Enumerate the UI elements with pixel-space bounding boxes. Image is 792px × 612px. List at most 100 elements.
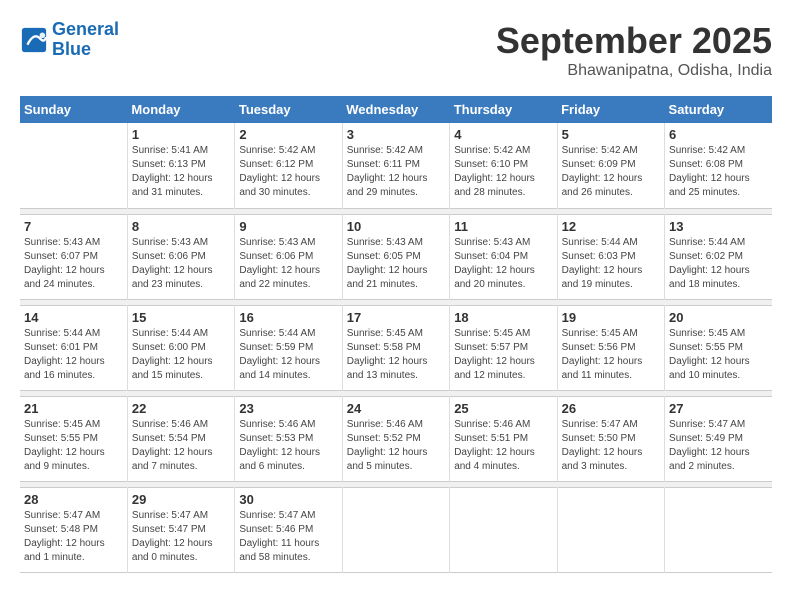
calendar-cell-10: 10 Sunrise: 5:43 AM Sunset: 6:05 PM Dayli… xyxy=(342,214,449,299)
day-info: Sunrise: 5:46 AM Sunset: 5:53 PM Dayligh… xyxy=(239,418,337,474)
day-number: 15 xyxy=(132,310,230,325)
week-row-5: 28 Sunrise: 5:47 AM Sunset: 5:48 PM Dayli… xyxy=(20,487,772,572)
day-number: 5 xyxy=(562,127,660,142)
weekday-header-friday: Friday xyxy=(557,96,664,123)
calendar-cell-17: 17 Sunrise: 5:45 AM Sunset: 5:58 PM Dayli… xyxy=(342,305,449,390)
calendar-cell-13: 13Sunrise: 5:44 AM Sunset: 6:02 PM Dayli… xyxy=(665,214,772,299)
day-info: Sunrise: 5:45 AM Sunset: 5:58 PM Dayligh… xyxy=(347,327,445,383)
calendar-cell-33 xyxy=(557,487,664,572)
calendar-cell-12: 12 Sunrise: 5:44 AM Sunset: 6:03 PM Dayli… xyxy=(557,214,664,299)
day-info: Sunrise: 5:44 AM Sunset: 6:02 PM Dayligh… xyxy=(669,236,768,292)
calendar-cell-7: 7 Sunrise: 5:43 AM Sunset: 6:07 PM Daylig… xyxy=(20,214,127,299)
calendar-cell-34 xyxy=(665,487,772,572)
day-number: 23 xyxy=(239,401,337,416)
day-info: Sunrise: 5:47 AM Sunset: 5:50 PM Dayligh… xyxy=(562,418,660,474)
calendar-cell-31 xyxy=(342,487,449,572)
day-info: Sunrise: 5:44 AM Sunset: 6:00 PM Dayligh… xyxy=(132,327,230,383)
calendar-cell-11: 11Sunrise: 5:43 AM Sunset: 6:04 PM Dayli… xyxy=(450,214,557,299)
weekday-header-saturday: Saturday xyxy=(665,96,772,123)
calendar-cell-22: 22 Sunrise: 5:46 AM Sunset: 5:54 PM Dayli… xyxy=(127,396,234,481)
calendar-cell-15: 15 Sunrise: 5:44 AM Sunset: 6:00 PM Dayli… xyxy=(127,305,234,390)
calendar-table: SundayMondayTuesdayWednesdayThursdayFrid… xyxy=(20,96,772,573)
day-number: 25 xyxy=(454,401,552,416)
calendar-cell-27: 27Sunrise: 5:47 AM Sunset: 5:49 PM Dayli… xyxy=(665,396,772,481)
logo-icon xyxy=(20,26,48,54)
calendar-cell-21: 21 Sunrise: 5:45 AM Sunset: 5:55 PM Dayli… xyxy=(20,396,127,481)
week-row-2: 7 Sunrise: 5:43 AM Sunset: 6:07 PM Daylig… xyxy=(20,214,772,299)
logo-text: General Blue xyxy=(52,20,119,60)
week-row-3: 14 Sunrise: 5:44 AM Sunset: 6:01 PM Dayli… xyxy=(20,305,772,390)
day-number: 9 xyxy=(239,219,337,234)
calendar-cell-26: 26 Sunrise: 5:47 AM Sunset: 5:50 PM Dayli… xyxy=(557,396,664,481)
calendar-cell-8: 8Sunrise: 5:43 AM Sunset: 6:06 PM Daylig… xyxy=(127,214,234,299)
day-number: 26 xyxy=(562,401,660,416)
location: Bhawanipatna, Odisha, India xyxy=(496,62,772,80)
calendar-cell-25: 25 Sunrise: 5:46 AM Sunset: 5:51 PM Dayli… xyxy=(450,396,557,481)
day-number: 2 xyxy=(239,127,337,142)
logo: General Blue xyxy=(20,20,119,60)
weekday-header-row: SundayMondayTuesdayWednesdayThursdayFrid… xyxy=(20,96,772,123)
day-info: Sunrise: 5:44 AM Sunset: 6:03 PM Dayligh… xyxy=(562,236,660,292)
day-number: 29 xyxy=(132,492,230,507)
day-info: Sunrise: 5:44 AM Sunset: 6:01 PM Dayligh… xyxy=(24,327,123,383)
day-number: 21 xyxy=(24,401,123,416)
day-info: Sunrise: 5:44 AM Sunset: 5:59 PM Dayligh… xyxy=(239,327,337,383)
day-number: 10 xyxy=(347,219,445,234)
calendar-cell-2: 2 Sunrise: 5:42 AM Sunset: 6:12 PM Daylig… xyxy=(235,123,342,208)
day-info: Sunrise: 5:45 AM Sunset: 5:57 PM Dayligh… xyxy=(454,327,552,383)
day-number: 22 xyxy=(132,401,230,416)
calendar-cell-24: 24 Sunrise: 5:46 AM Sunset: 5:52 PM Dayli… xyxy=(342,396,449,481)
day-number: 8 xyxy=(132,219,230,234)
week-row-1: 1 Sunrise: 5:41 AM Sunset: 6:13 PM Daylig… xyxy=(20,123,772,208)
weekday-header-tuesday: Tuesday xyxy=(235,96,342,123)
day-info: Sunrise: 5:46 AM Sunset: 5:54 PM Dayligh… xyxy=(132,418,230,474)
day-number: 12 xyxy=(562,219,660,234)
calendar-cell-29: 29 Sunrise: 5:47 AM Sunset: 5:47 PM Dayli… xyxy=(127,487,234,572)
calendar-cell-23: 23 Sunrise: 5:46 AM Sunset: 5:53 PM Dayli… xyxy=(235,396,342,481)
day-number: 17 xyxy=(347,310,445,325)
weekday-header-wednesday: Wednesday xyxy=(342,96,449,123)
calendar-cell-30: 30Sunrise: 5:47 AM Sunset: 5:46 PM Dayli… xyxy=(235,487,342,572)
calendar-cell-32 xyxy=(450,487,557,572)
day-info: Sunrise: 5:43 AM Sunset: 6:05 PM Dayligh… xyxy=(347,236,445,292)
page-header: General Blue September 2025 Bhawanipatna… xyxy=(20,20,772,80)
day-info: Sunrise: 5:46 AM Sunset: 5:52 PM Dayligh… xyxy=(347,418,445,474)
day-number: 1 xyxy=(132,127,230,142)
calendar-cell-4: 4Sunrise: 5:42 AM Sunset: 6:10 PM Daylig… xyxy=(450,123,557,208)
day-info: Sunrise: 5:46 AM Sunset: 5:51 PM Dayligh… xyxy=(454,418,552,474)
day-number: 28 xyxy=(24,492,123,507)
day-info: Sunrise: 5:42 AM Sunset: 6:09 PM Dayligh… xyxy=(562,144,660,200)
day-info: Sunrise: 5:47 AM Sunset: 5:49 PM Dayligh… xyxy=(669,418,768,474)
calendar-cell-9: 9 Sunrise: 5:43 AM Sunset: 6:06 PM Daylig… xyxy=(235,214,342,299)
title-area: September 2025 Bhawanipatna, Odisha, Ind… xyxy=(496,20,772,80)
day-info: Sunrise: 5:47 AM Sunset: 5:47 PM Dayligh… xyxy=(132,509,230,565)
day-number: 19 xyxy=(562,310,660,325)
calendar-cell-28: 28 Sunrise: 5:47 AM Sunset: 5:48 PM Dayli… xyxy=(20,487,127,572)
day-number: 3 xyxy=(347,127,445,142)
day-info: Sunrise: 5:41 AM Sunset: 6:13 PM Dayligh… xyxy=(132,144,230,200)
day-number: 30 xyxy=(239,492,337,507)
day-number: 11 xyxy=(454,219,552,234)
weekday-header-thursday: Thursday xyxy=(450,96,557,123)
day-info: Sunrise: 5:45 AM Sunset: 5:55 PM Dayligh… xyxy=(669,327,768,383)
day-number: 16 xyxy=(239,310,337,325)
day-info: Sunrise: 5:42 AM Sunset: 6:08 PM Dayligh… xyxy=(669,144,768,200)
day-info: Sunrise: 5:47 AM Sunset: 5:48 PM Dayligh… xyxy=(24,509,123,565)
calendar-cell-5: 5 Sunrise: 5:42 AM Sunset: 6:09 PM Daylig… xyxy=(557,123,664,208)
day-info: Sunrise: 5:45 AM Sunset: 5:55 PM Dayligh… xyxy=(24,418,123,474)
calendar-cell-19: 19 Sunrise: 5:45 AM Sunset: 5:56 PM Dayli… xyxy=(557,305,664,390)
day-info: Sunrise: 5:43 AM Sunset: 6:07 PM Dayligh… xyxy=(24,236,123,292)
day-number: 20 xyxy=(669,310,768,325)
day-number: 14 xyxy=(24,310,123,325)
day-info: Sunrise: 5:45 AM Sunset: 5:56 PM Dayligh… xyxy=(562,327,660,383)
day-info: Sunrise: 5:42 AM Sunset: 6:12 PM Dayligh… xyxy=(239,144,337,200)
day-number: 24 xyxy=(347,401,445,416)
day-number: 18 xyxy=(454,310,552,325)
calendar-cell-6: 6 Sunrise: 5:42 AM Sunset: 6:08 PM Daylig… xyxy=(665,123,772,208)
day-number: 4 xyxy=(454,127,552,142)
week-row-4: 21 Sunrise: 5:45 AM Sunset: 5:55 PM Dayli… xyxy=(20,396,772,481)
day-number: 6 xyxy=(669,127,768,142)
calendar-cell-16: 16 Sunrise: 5:44 AM Sunset: 5:59 PM Dayli… xyxy=(235,305,342,390)
day-info: Sunrise: 5:43 AM Sunset: 6:06 PM Dayligh… xyxy=(239,236,337,292)
day-number: 7 xyxy=(24,219,123,234)
